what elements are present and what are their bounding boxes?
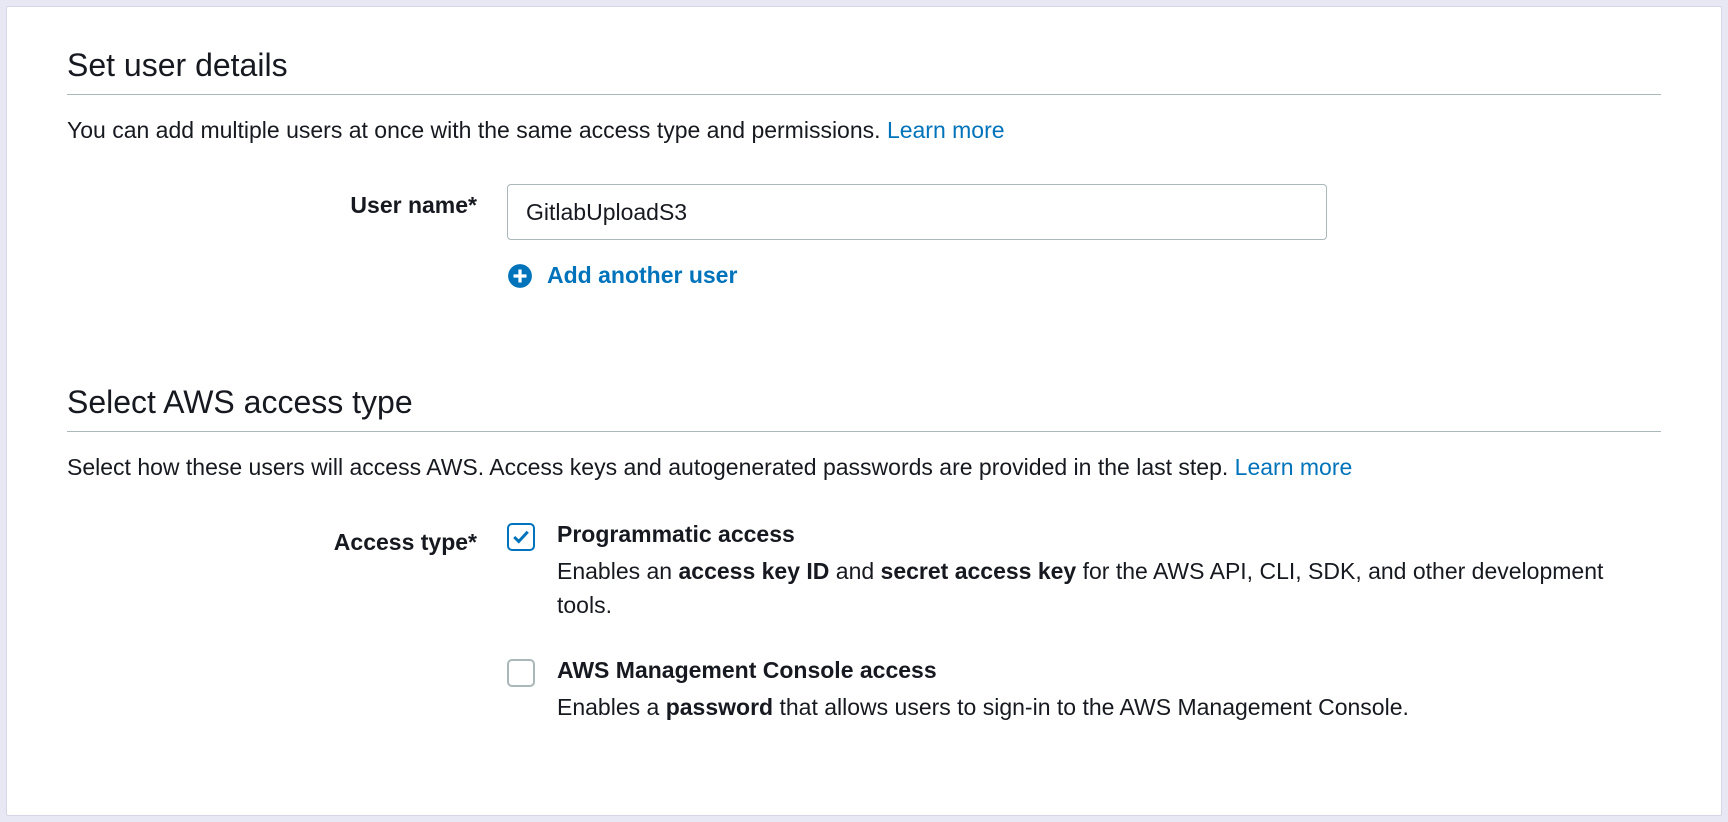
add-another-spacer bbox=[67, 262, 507, 270]
plus-circle-icon bbox=[507, 263, 533, 289]
access-description-text: Select how these users will access AWS. … bbox=[67, 454, 1235, 480]
programmatic-access-title: Programmatic access bbox=[557, 521, 1661, 548]
console-access-checkbox[interactable] bbox=[507, 659, 535, 687]
description-text: You can add multiple users at once with … bbox=[67, 117, 887, 143]
add-another-row: Add another user bbox=[67, 262, 1661, 294]
access-type-row: Access type* Programmatic access Enables… bbox=[67, 521, 1661, 759]
programmatic-text: Programmatic access Enables an access ke… bbox=[557, 521, 1661, 623]
add-another-user-button[interactable]: Add another user bbox=[507, 262, 737, 289]
access-option-console: AWS Management Console access Enables a … bbox=[507, 657, 1661, 725]
prog-desc-pre: Enables an bbox=[557, 558, 678, 584]
cons-desc-pre: Enables a bbox=[557, 694, 666, 720]
access-type-label: Access type* bbox=[67, 521, 507, 556]
access-option-programmatic: Programmatic access Enables an access ke… bbox=[507, 521, 1661, 623]
access-type-options: Programmatic access Enables an access ke… bbox=[507, 521, 1661, 759]
learn-more-link-access[interactable]: Learn more bbox=[1235, 454, 1353, 480]
check-icon bbox=[512, 528, 530, 546]
cons-desc-post: that allows users to sign-in to the AWS … bbox=[773, 694, 1409, 720]
select-access-type-heading: Select AWS access type bbox=[67, 384, 1661, 432]
set-user-details-heading: Set user details bbox=[67, 47, 1661, 95]
username-row: User name* bbox=[67, 184, 1661, 240]
add-another-user-label: Add another user bbox=[547, 262, 737, 289]
add-another-body: Add another user bbox=[507, 262, 1661, 294]
programmatic-access-checkbox[interactable] bbox=[507, 523, 535, 551]
cons-desc-bold1: password bbox=[666, 694, 773, 720]
learn-more-link-users[interactable]: Learn more bbox=[887, 117, 1005, 143]
prog-desc-bold2: secret access key bbox=[881, 558, 1077, 584]
programmatic-access-desc: Enables an access key ID and secret acce… bbox=[557, 554, 1661, 623]
prog-desc-mid: and bbox=[829, 558, 880, 584]
select-access-type-description: Select how these users will access AWS. … bbox=[67, 454, 1661, 481]
username-label: User name* bbox=[67, 184, 507, 219]
console-access-desc: Enables a password that allows users to … bbox=[557, 690, 1661, 725]
username-input[interactable] bbox=[507, 184, 1327, 240]
console-access-title: AWS Management Console access bbox=[557, 657, 1661, 684]
console-text: AWS Management Console access Enables a … bbox=[557, 657, 1661, 725]
username-body bbox=[507, 184, 1661, 240]
set-user-details-description: You can add multiple users at once with … bbox=[67, 117, 1661, 144]
prog-desc-bold1: access key ID bbox=[678, 558, 829, 584]
add-user-panel: Set user details You can add multiple us… bbox=[6, 6, 1722, 816]
